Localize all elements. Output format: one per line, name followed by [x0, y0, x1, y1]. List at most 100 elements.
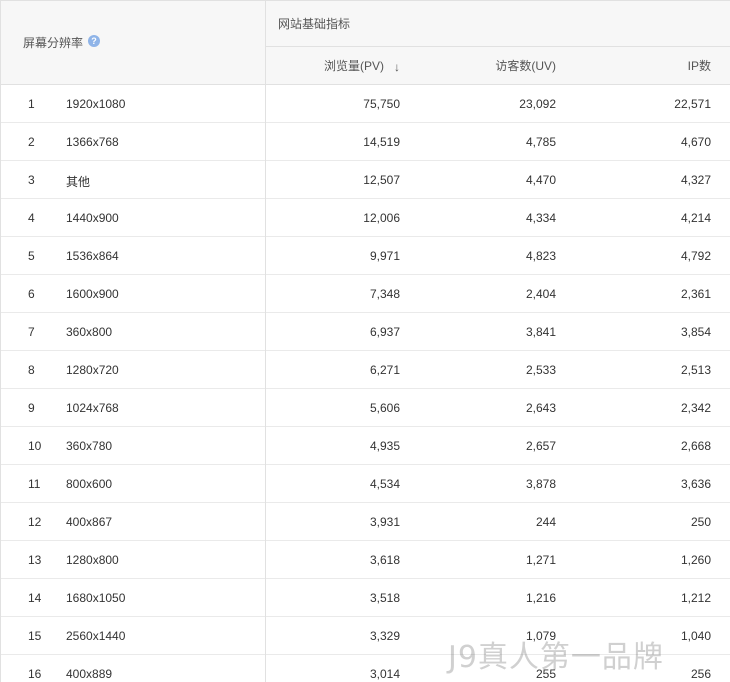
pv-cell: 7,348: [369, 287, 400, 301]
pv-cell: 9,971: [369, 249, 400, 263]
rank-cell: 12: [28, 515, 42, 529]
pv-header-label: 浏览量(PV): [323, 59, 384, 73]
ip-cell: 22,571: [674, 97, 711, 111]
table-row[interactable]: 5 1536x864 9,971 4,823 4,792: [1, 237, 730, 275]
uv-cell: 2,404: [525, 287, 556, 301]
uv-cell: 2,657: [525, 439, 556, 453]
table-row[interactable]: 9 1024x768 5,606 2,643 2,342: [1, 389, 730, 427]
pv-cell: 75,750: [363, 97, 400, 111]
table-body: 1 1920x1080 75,750 23,092 22,571 2 1366x768 14,…: [1, 85, 730, 682]
rank-cell: 5: [28, 249, 35, 263]
resolution-cell: 1366x768: [66, 135, 119, 149]
ip-cell: 4,327: [680, 173, 711, 187]
table-row[interactable]: 2 1366x768 14,519 4,785 4,670: [1, 123, 730, 161]
rank-cell: 7: [28, 325, 35, 339]
pv-cell: 4,534: [369, 477, 400, 491]
table-row[interactable]: 14 1680x1050 3,518 1,216 1,212: [1, 579, 730, 617]
site-metrics-label: 网站基础指标: [278, 17, 351, 31]
pv-cell: 3,329: [369, 629, 400, 643]
resolution-cell: 其他: [66, 175, 91, 189]
pv-cell: 12,006: [363, 211, 400, 225]
ip-header-label: IP数: [687, 59, 711, 73]
uv-cell: 2,643: [525, 401, 556, 415]
rank-cell: 2: [28, 135, 35, 149]
resolution-cell: 400x867: [66, 515, 113, 529]
rank-cell: 6: [28, 287, 35, 301]
help-icon[interactable]: ?: [88, 35, 100, 47]
uv-cell: 1,271: [525, 553, 556, 567]
watermark-text: J9真人第一品牌: [448, 640, 664, 675]
ip-cell: 4,792: [680, 249, 711, 263]
ip-cell: 2,342: [680, 401, 711, 415]
uv-header-label: 访客数(UV): [495, 59, 556, 73]
uv-cell: 4,823: [525, 249, 556, 263]
table-row[interactable]: 10 360x780 4,935 2,657 2,668: [1, 427, 730, 465]
ip-cell: 1,260: [680, 553, 711, 567]
table-row[interactable]: 12 400x867 3,931 244 250: [1, 503, 730, 541]
resolution-cell: 800x600: [66, 477, 113, 491]
uv-cell: 1,216: [525, 591, 556, 605]
table-row[interactable]: 1 1920x1080 75,750 23,092 22,571: [1, 85, 730, 123]
rank-cell: 1: [28, 97, 35, 111]
pv-cell: 3,618: [369, 553, 400, 567]
resolution-cell: 1440x900: [66, 211, 119, 225]
resolution-cell: 1280x800: [66, 553, 119, 567]
table-row[interactable]: 11 800x600 4,534 3,878 3,636: [1, 465, 730, 503]
resolution-cell: 360x780: [66, 439, 113, 453]
ip-cell: 2,513: [680, 363, 711, 377]
table-row[interactable]: 7 360x800 6,937 3,841 3,854: [1, 313, 730, 351]
resolution-cell: 1536x864: [66, 249, 119, 263]
pv-column-header[interactable]: 浏览量(PV) ↓: [266, 47, 402, 85]
ip-cell: 3,854: [680, 325, 711, 339]
rank-cell: 11: [28, 477, 41, 491]
uv-column-header[interactable]: 访客数(UV): [402, 47, 556, 85]
rank-cell: 16: [28, 667, 42, 681]
ip-cell: 250: [690, 515, 711, 529]
uv-cell: 4,470: [525, 173, 556, 187]
ip-cell: 2,361: [680, 287, 711, 301]
pv-cell: 14,519: [363, 135, 400, 149]
uv-cell: 2,533: [525, 363, 556, 377]
pv-cell: 6,271: [369, 363, 400, 377]
pv-cell: 3,518: [369, 591, 400, 605]
table-row[interactable]: 3 其他 12,507 4,470 4,327: [1, 161, 730, 199]
ip-cell: 4,214: [680, 211, 711, 225]
pv-cell: 12,507: [363, 173, 400, 187]
sort-down-icon[interactable]: ↓: [388, 48, 400, 86]
pv-cell: 3,014: [369, 667, 400, 681]
rank-cell: 3: [28, 173, 35, 187]
pv-cell: 4,935: [369, 439, 400, 453]
uv-cell: 23,092: [519, 97, 556, 111]
pv-cell: 6,937: [369, 325, 400, 339]
ip-cell: 4,670: [680, 135, 711, 149]
ip-column-header[interactable]: IP数: [556, 47, 711, 85]
pv-cell: 5,606: [369, 401, 400, 415]
table-row[interactable]: 4 1440x900 12,006 4,334 4,214: [1, 199, 730, 237]
resolution-cell: 400x889: [66, 667, 113, 681]
uv-cell: 244: [535, 515, 556, 529]
resolution-cell: 1280x720: [66, 363, 119, 377]
resolution-table: 屏幕分辨率 ? 网站基础指标 浏览量(PV) ↓ 访客数(UV) IP数 1 192…: [0, 0, 730, 682]
resolution-cell: 360x800: [66, 325, 113, 339]
table-header: 屏幕分辨率 ? 网站基础指标 浏览量(PV) ↓ 访客数(UV) IP数: [1, 1, 730, 85]
uv-cell: 3,878: [525, 477, 556, 491]
uv-cell: 4,785: [525, 135, 556, 149]
resolution-column-header: 屏幕分辨率 ?: [1, 1, 266, 85]
uv-cell: 4,334: [525, 211, 556, 225]
resolution-cell: 1920x1080: [66, 97, 126, 111]
pv-cell: 3,931: [369, 515, 400, 529]
uv-cell: 3,841: [525, 325, 556, 339]
ip-cell: 3,636: [680, 477, 711, 491]
rank-cell: 13: [28, 553, 42, 567]
resolution-cell: 1600x900: [66, 287, 119, 301]
site-metrics-group-header: 网站基础指标: [266, 1, 730, 47]
table-row[interactable]: 6 1600x900 7,348 2,404 2,361: [1, 275, 730, 313]
resolution-cell: 2560x1440: [66, 629, 126, 643]
rank-cell: 4: [28, 211, 35, 225]
ip-cell: 1,212: [680, 591, 711, 605]
rank-cell: 9: [28, 401, 35, 415]
ip-cell: 2,668: [680, 439, 711, 453]
rank-cell: 8: [28, 363, 35, 377]
table-row[interactable]: 13 1280x800 3,618 1,271 1,260: [1, 541, 730, 579]
table-row[interactable]: 8 1280x720 6,271 2,533 2,513: [1, 351, 730, 389]
